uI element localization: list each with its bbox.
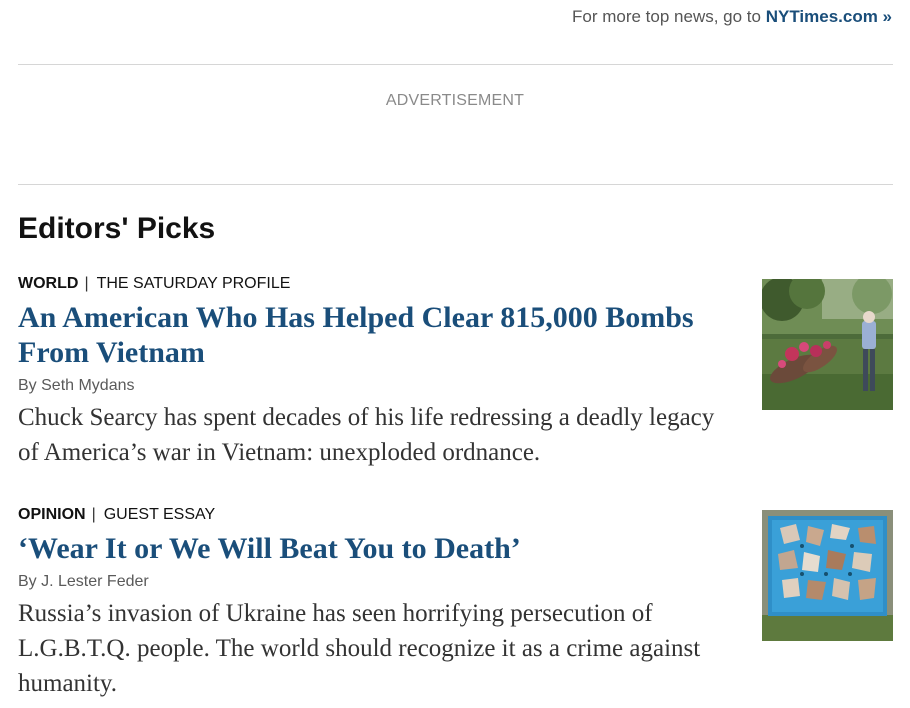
story-text: WORLD | THE SATURDAY PROFILE An American W… — [18, 274, 718, 470]
nytimes-link[interactable]: NYTimes.com » — [766, 7, 892, 26]
top-news-text: For more top news, go to — [572, 7, 766, 26]
subsection-label: GUEST ESSAY — [103, 506, 216, 523]
divider — [18, 64, 893, 65]
photo-man-with-bombs-icon — [762, 279, 893, 410]
section-label[interactable]: WORLD — [18, 275, 78, 292]
section-title: Editors' Picks — [18, 212, 216, 245]
story-byline: By J. Lester Feder — [18, 573, 149, 590]
divider — [18, 184, 893, 185]
story-card: OPINION | GUEST ESSAY ‘Wear It or We Will … — [18, 505, 893, 701]
story-thumbnail[interactable] — [762, 279, 893, 410]
story-kicker: WORLD | THE SATURDAY PROFILE — [18, 274, 718, 294]
section-label[interactable]: OPINION — [18, 506, 86, 523]
kicker-separator: | — [84, 275, 89, 292]
top-news-banner: For more top news, go to NYTimes.com » — [572, 7, 892, 27]
story-kicker: OPINION | GUEST ESSAY — [18, 505, 718, 525]
story-headline[interactable]: ‘Wear It or We Will Beat You to Death’ — [18, 531, 718, 566]
story-summary: Russia’s invasion of Ukraine has seen ho… — [18, 600, 701, 697]
story-thumbnail[interactable] — [762, 510, 893, 641]
story-headline[interactable]: An American Who Has Helped Clear 815,000… — [18, 300, 718, 370]
story-card: WORLD | THE SATURDAY PROFILE An American W… — [18, 274, 893, 470]
photo-blue-mosaic-wall-icon — [762, 510, 893, 641]
story-text: OPINION | GUEST ESSAY ‘Wear It or We Will … — [18, 505, 718, 701]
story-byline: By Seth Mydans — [18, 377, 135, 394]
advertisement-label: ADVERTISEMENT — [385, 92, 525, 109]
kicker-separator: | — [91, 506, 96, 523]
story-summary: Chuck Searcy has spent decades of his li… — [18, 404, 715, 466]
subsection-label: THE SATURDAY PROFILE — [96, 275, 291, 292]
